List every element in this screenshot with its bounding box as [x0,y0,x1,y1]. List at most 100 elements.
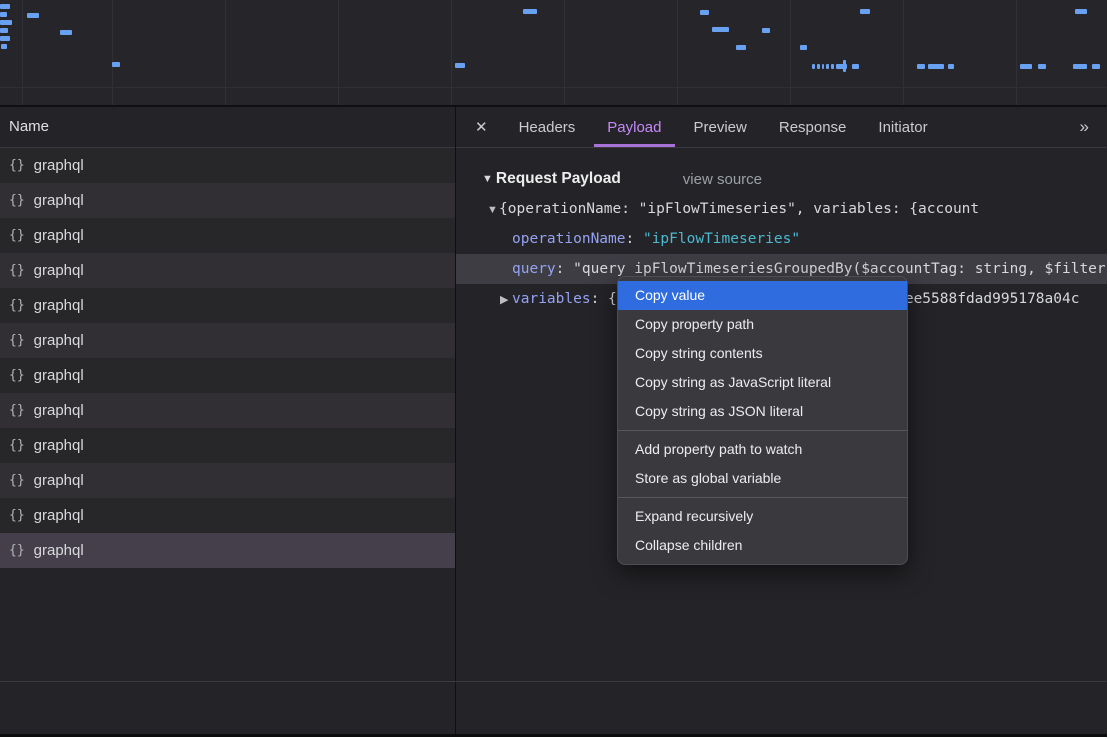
request-row[interactable]: {} graphql [0,253,455,288]
json-braces-icon: {} [9,508,25,523]
tab-headers[interactable]: Headers [506,107,589,147]
request-timing-bar [812,64,815,69]
tree-text: : [626,231,643,247]
request-row[interactable]: {} graphql [0,288,455,323]
property-key: variables [512,291,591,307]
request-timing-bar [826,64,829,69]
string-value: "ipFlowTimeseries" [643,231,800,247]
menu-item-copy-property-path[interactable]: Copy property path [618,310,907,339]
menu-item-store-as-global-variable[interactable]: Store as global variable [618,464,907,493]
menu-item-collapse-children[interactable]: Collapse children [618,531,907,560]
tree-text: "query ipFlowTimeseriesGroupedBy($accoun… [573,261,1107,277]
request-timing-bar [1073,64,1087,69]
request-timing-bar [1075,9,1087,14]
request-timing-bar [762,28,770,33]
request-row[interactable]: {} graphql [0,183,455,218]
overview-divider [0,87,1107,88]
tree-text: {operationName: "ipFlowTimeseries", vari… [499,201,979,217]
request-timing-bar [700,10,709,15]
request-name: graphql [34,507,84,524]
json-braces-icon: {} [9,298,25,313]
json-braces-icon: {} [9,263,25,278]
request-row[interactable]: {} graphql [0,533,455,568]
json-braces-icon: {} [9,473,25,488]
request-timing-bar [1020,64,1032,69]
request-timing-bar [455,63,465,68]
request-payload-title: Request Payload [496,170,621,188]
request-timing-bar [948,64,954,69]
request-timing-bar [60,30,72,35]
json-braces-icon: {} [9,438,25,453]
request-row[interactable]: {} graphql [0,428,455,463]
request-name: graphql [34,192,84,209]
request-list: {} graphql {} graphql {} graphql {} graphql {} gr… [0,148,455,568]
request-name: graphql [34,157,84,174]
request-row[interactable]: {} graphql [0,463,455,498]
request-row[interactable]: {} graphql [0,148,455,183]
network-overview[interactable] [0,0,1107,107]
menu-separator [618,497,907,498]
request-timing-bar [0,4,10,9]
menu-item-expand-recursively[interactable]: Expand recursively [618,502,907,531]
request-timing-bar [831,64,834,69]
status-bar-divider [0,681,1107,682]
tree-row-operationname[interactable]: operationName: "ipFlowTimeseries" [456,224,1107,254]
menu-item-add-property-path-to-watch[interactable]: Add property path to watch [618,435,907,464]
tree-text: : [556,261,573,277]
view-source-link[interactable]: view source [683,171,762,188]
json-braces-icon: {} [9,543,25,558]
request-timing-bar [800,45,807,50]
requests-panel: Name {}graphql{}graphql{}graphql{}graphq… [0,107,456,734]
tab-response[interactable]: Response [766,107,860,147]
request-timing-bar [843,60,846,72]
request-name: graphql [34,542,84,559]
request-row[interactable]: {}graphql [0,323,455,358]
tab-preview[interactable]: Preview [681,107,760,147]
json-braces-icon: {} [9,193,25,208]
request-timing-bar [917,64,925,69]
section-disclosure-icon[interactable]: ▼ [482,173,493,185]
request-name: graphql [34,262,84,279]
request-name: graphql [34,227,84,244]
json-braces-icon: {} [9,403,25,418]
request-timing-bar [112,62,120,67]
request-name: graphql [34,367,84,384]
menu-item-copy-string-contents[interactable]: Copy string contents [618,339,907,368]
context-menu: Copy valueCopy property pathCopy string … [617,276,908,565]
menu-item-copy-value[interactable]: Copy value [618,281,907,310]
detail-tabbar: ✕ HeadersPayloadPreviewResponseInitiator… [456,107,1107,148]
tree-row-root-preview[interactable]: ▼{operationName: "ipFlowTimeseries", var… [456,194,1107,224]
request-timing-bar [736,45,746,50]
name-column-header[interactable]: Name [0,107,455,148]
network-main-split: Name {}graphql{}graphql{}graphql{}graphq… [0,107,1107,734]
request-timing-bar [0,12,7,17]
tab-payload[interactable]: Payload [594,107,674,147]
request-name: graphql [34,437,84,454]
request-row[interactable]: {} graphql [0,498,455,533]
disclosure-collapsed-icon[interactable]: ▶ [500,285,512,314]
disclosure-expanded-icon[interactable]: ▼ [487,195,499,224]
request-name: graphql [34,297,84,314]
request-row[interactable]: {} graphql [0,393,455,428]
more-tabs-icon[interactable]: » [1062,107,1107,147]
request-name: graphql [34,402,84,419]
close-icon[interactable]: ✕ [456,107,503,147]
menu-item-copy-string-as-json-literal[interactable]: Copy string as JSON literal [618,397,907,426]
request-name: graphql [34,332,84,349]
request-timing-bar [0,20,12,25]
request-row[interactable]: {}graphql [0,218,455,253]
json-braces-icon: {} [9,158,25,173]
request-timing-bar [0,28,8,33]
devtools-network-panel: Name {}graphql{}graphql{}graphql{}graphq… [0,0,1107,737]
request-timing-bar [1092,64,1100,69]
request-timing-bar [822,64,824,69]
json-braces-icon: {} [9,368,25,383]
request-timing-bar [523,9,537,14]
tab-initiator[interactable]: Initiator [865,107,940,147]
menu-item-copy-string-as-javascript-literal[interactable]: Copy string as JavaScript literal [618,368,907,397]
menu-separator [618,430,907,431]
request-timing-bar [860,9,870,14]
request-name: graphql [34,472,84,489]
request-timing-bar [1,44,7,49]
request-row[interactable]: {} graphql [0,358,455,393]
